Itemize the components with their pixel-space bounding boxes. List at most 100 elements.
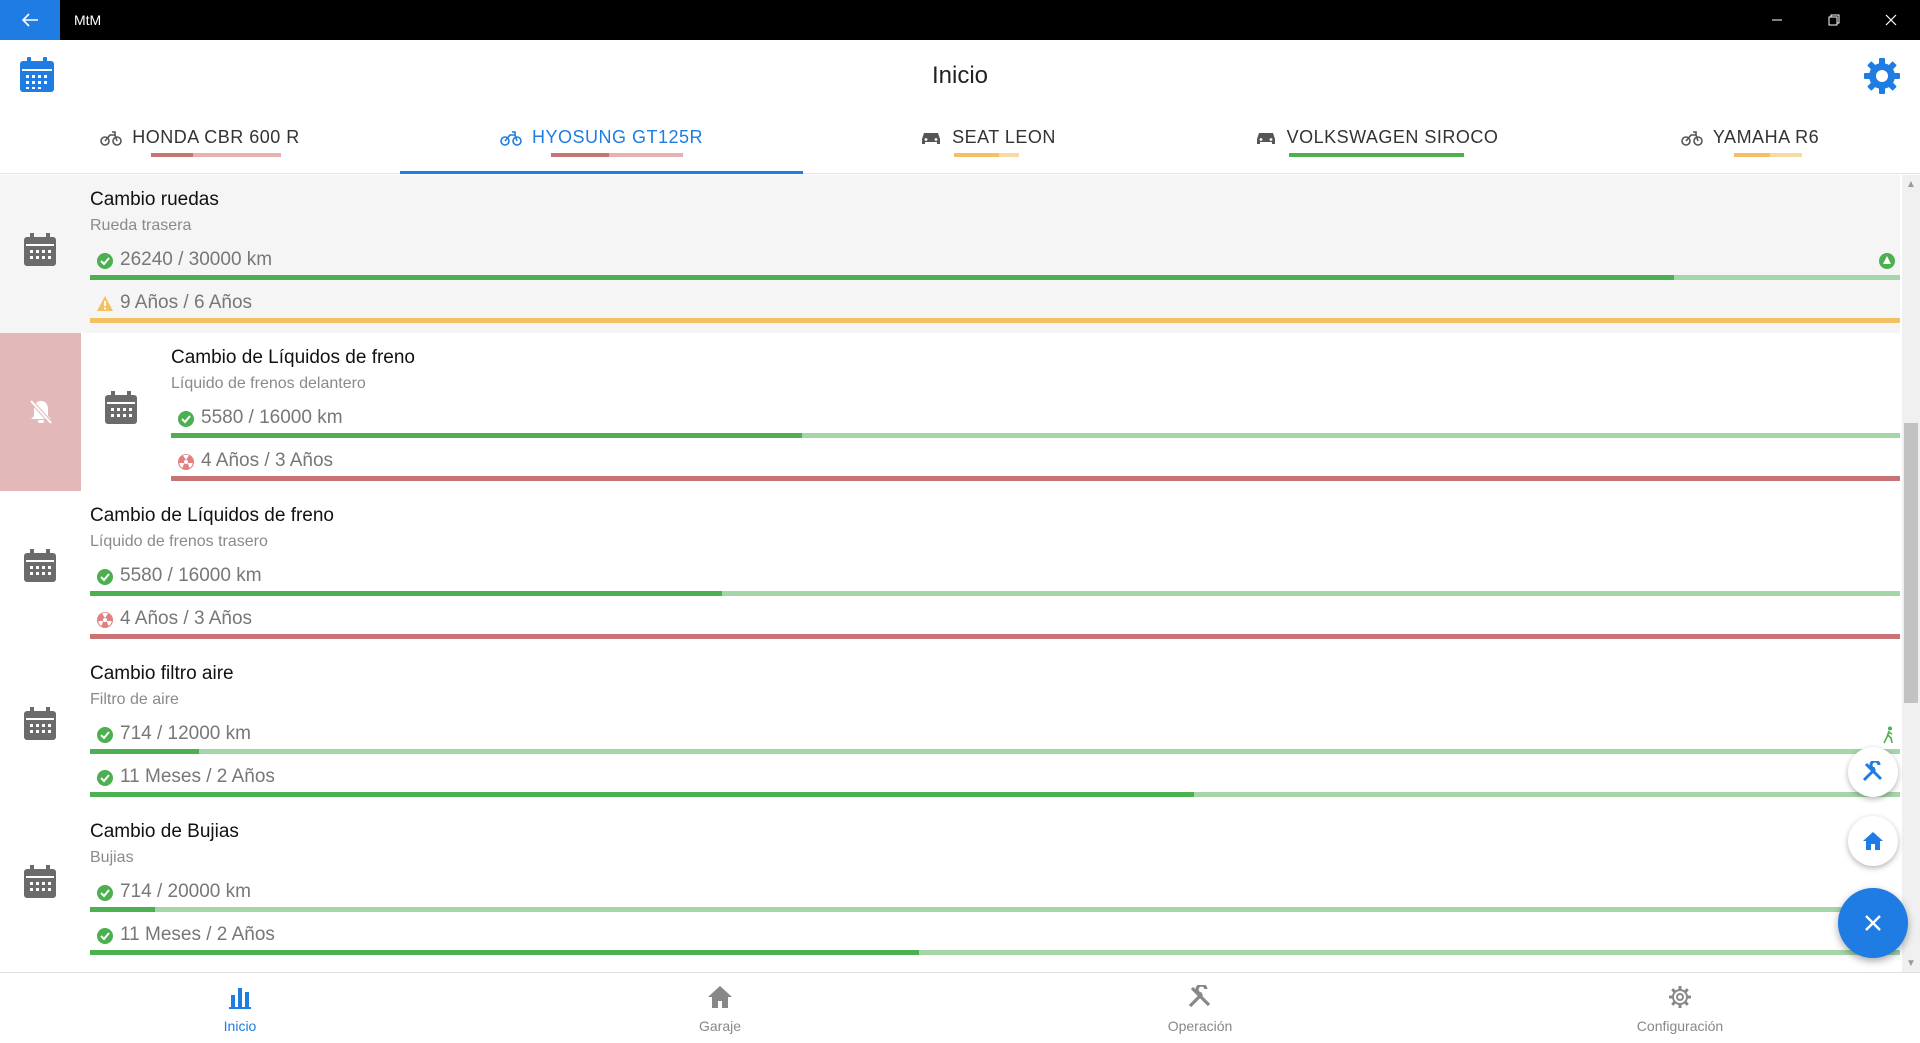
km-metric: 5580 / 16000 km xyxy=(171,407,1900,438)
gear-icon xyxy=(1864,58,1900,94)
tab-status-bars xyxy=(954,153,1019,157)
maintenance-item[interactable]: Cambio ruedas Rueda trasera 26240 / 3000… xyxy=(0,175,1900,333)
tab-seat-leon[interactable]: SEAT LEON xyxy=(803,116,1173,174)
status-dot-icon xyxy=(1879,253,1895,269)
km-progress-fill xyxy=(171,433,803,438)
km-progress-bar xyxy=(90,275,1900,280)
tab-yamaha-r6[interactable]: YAMAHA R6 xyxy=(1580,116,1920,174)
fab-operation-button[interactable] xyxy=(1848,747,1898,797)
km-progress-fill xyxy=(90,749,199,754)
minimize-icon xyxy=(1772,19,1782,21)
window-title: MtM xyxy=(74,12,102,28)
motorcycle-icon xyxy=(100,130,123,146)
scrollbar-thumb[interactable] xyxy=(1904,423,1918,703)
maintenance-item[interactable]: Cambio de Bujias Bujias 714 / 20000 km 1… xyxy=(0,807,1900,965)
tab-honda-cbr-600-r[interactable]: HONDA CBR 600 R xyxy=(0,116,400,174)
time-progress-fill xyxy=(90,634,1900,639)
tab-volkswagen-siroco[interactable]: VOLKSWAGEN SIROCO xyxy=(1173,116,1580,174)
maintenance-item[interactable]: Cambio filtro aire Filtro de aire 714 / … xyxy=(0,649,1900,807)
radiation-alert-icon xyxy=(97,612,113,628)
km-progress-bar xyxy=(90,907,1900,912)
time-progress-fill xyxy=(90,950,919,955)
item-subtitle: Rueda trasera xyxy=(90,217,192,234)
tab-label: HYOSUNG GT125R xyxy=(531,127,704,147)
item-title: Cambio de Líquidos de freno xyxy=(171,347,415,368)
nav-inicio[interactable]: Inicio xyxy=(0,973,480,1043)
maintenance-item[interactable]: Cambio de Líquidos de freno Líquido de f… xyxy=(0,333,1900,491)
settings-button[interactable] xyxy=(1862,56,1902,101)
home-icon xyxy=(1863,832,1883,850)
time-text: 4 Años / 3 Años xyxy=(120,608,253,629)
check-circle-icon xyxy=(97,253,113,269)
bell-off-icon xyxy=(29,399,52,425)
nav-operacion[interactable]: Operación xyxy=(960,973,1440,1043)
car-icon xyxy=(1256,132,1275,144)
time-progress-bar xyxy=(171,476,1900,481)
bar-chart-icon xyxy=(229,988,251,1009)
check-circle-icon xyxy=(97,885,113,901)
car-icon xyxy=(922,132,941,144)
page-title: Inicio xyxy=(931,62,989,89)
item-title: Cambio ruedas xyxy=(90,189,219,210)
restore-button[interactable] xyxy=(1805,0,1863,40)
tab-label: HONDA CBR 600 R xyxy=(132,127,300,147)
check-circle-icon xyxy=(97,770,113,786)
nav-label: Garaje xyxy=(698,1018,742,1034)
time-metric: 11 Meses / 2 Años xyxy=(90,766,1900,797)
gear-icon xyxy=(1669,986,1691,1008)
nav-configuracion[interactable]: Configuración xyxy=(1440,973,1920,1043)
km-progress-bar xyxy=(90,749,1900,754)
maintenance-list: Cambio ruedas Rueda trasera 26240 / 3000… xyxy=(0,175,1900,972)
check-circle-icon xyxy=(97,928,113,944)
list-scrollbar[interactable]: ▲ ▼ xyxy=(1902,175,1920,972)
km-text: 714 / 12000 km xyxy=(120,723,251,744)
time-progress-fill xyxy=(90,792,1195,797)
nav-label: Operación xyxy=(1167,1018,1233,1034)
time-text: 9 Años / 6 Años xyxy=(120,292,253,313)
scroll-up-icon[interactable]: ▲ xyxy=(1902,175,1920,193)
tab-label: YAMAHA R6 xyxy=(1712,127,1820,147)
time-progress-bar xyxy=(90,792,1900,797)
motorcycle-icon xyxy=(500,130,522,146)
tab-hyosung-gt125r[interactable]: HYOSUNG GT125R xyxy=(400,116,803,174)
radiation-alert-icon xyxy=(178,454,194,470)
calendar-icon xyxy=(105,391,137,424)
restore-icon xyxy=(1828,14,1840,26)
tab-status-bars xyxy=(1289,153,1464,157)
maintenance-item[interactable]: Cambio de Líquidos de freno Líquido de f… xyxy=(0,491,1900,649)
calendar-icon xyxy=(24,549,56,582)
km-progress-fill xyxy=(90,275,1674,280)
tab-status-bars xyxy=(151,153,281,157)
title-bar: MtM xyxy=(0,0,1920,40)
item-subtitle: Líquido de frenos trasero xyxy=(90,533,268,550)
mute-notifications-button[interactable] xyxy=(0,333,81,491)
time-progress-fill xyxy=(90,318,1900,323)
scroll-down-icon[interactable]: ▼ xyxy=(1902,954,1920,972)
time-metric: 9 Años / 6 Años xyxy=(90,292,1900,323)
close-window-button[interactable] xyxy=(1862,0,1920,40)
item-title: Cambio de Líquidos de freno xyxy=(90,505,334,526)
km-text: 5580 / 16000 km xyxy=(201,407,343,428)
close-icon xyxy=(1885,14,1897,26)
tab-label: VOLKSWAGEN SIROCO xyxy=(1286,127,1499,147)
fab-garage-button[interactable] xyxy=(1848,816,1898,866)
back-button[interactable] xyxy=(0,0,60,40)
minimize-button[interactable] xyxy=(1748,0,1806,40)
km-progress-fill xyxy=(90,591,722,596)
time-text: 11 Meses / 2 Años xyxy=(120,766,275,787)
km-progress-bar xyxy=(90,591,1900,596)
item-subtitle: Bujias xyxy=(90,849,134,866)
nav-label: Configuración xyxy=(1636,1018,1724,1034)
nav-garaje[interactable]: Garaje xyxy=(480,973,960,1043)
bottom-navigation: Inicio Garaje Operación Configuración xyxy=(0,972,1920,1042)
km-metric: 5580 / 16000 km xyxy=(90,565,1900,596)
walking-icon xyxy=(1883,726,1893,744)
fab-toggle-button[interactable] xyxy=(1838,888,1908,958)
calendar-icon xyxy=(24,707,56,740)
time-text: 11 Meses / 2 Años xyxy=(120,924,275,945)
time-metric: 11 Meses / 2 Años xyxy=(90,924,1900,955)
warning-icon xyxy=(97,296,113,311)
tab-status-bars xyxy=(551,153,683,157)
vehicle-tabs: HONDA CBR 600 R HYOSUNG GT125R SEAT LEON… xyxy=(0,116,1920,174)
time-text: 4 Años / 3 Años xyxy=(201,450,334,471)
